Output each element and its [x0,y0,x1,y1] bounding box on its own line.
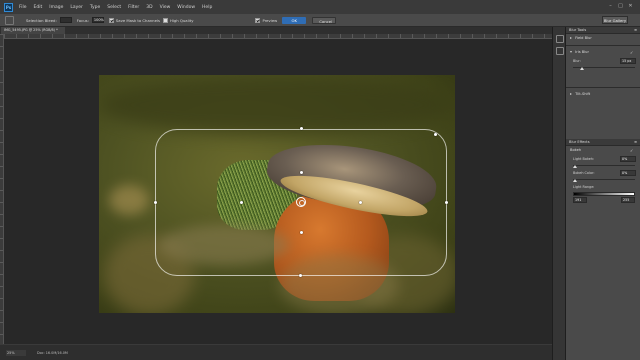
menu-view[interactable]: View [160,5,171,10]
tilt-shift-label: Tilt-Shift [575,92,591,96]
feather-handle-bottom[interactable] [300,231,303,234]
blur-panel: Blur Tools ≡ Field Blur Iris Blur ✓ Blur… [566,27,640,360]
focus-field[interactable]: 100% [91,17,104,23]
options-bar: Selection Bleed: Focus: 100% Save Mask t… [0,14,640,27]
field-blur-checkbox[interactable] [630,36,635,41]
feather-handle-right[interactable] [359,201,362,204]
preview-label: Preview [262,17,278,23]
window-controls: – □ ✕ [607,3,634,10]
iris-blur-checkbox[interactable]: ✓ [630,50,635,55]
menu-edit[interactable]: Edit [34,5,43,10]
zoom-level-field[interactable]: 25% [6,350,26,356]
blur-tool-icon[interactable] [5,15,14,25]
save-mask-label: Save Mask to Channels [115,17,160,23]
menu-file[interactable]: File [19,5,27,10]
panel-spacer [566,99,640,139]
blur-effects-title: Blur Effects [569,140,590,144]
blur-amount-slider[interactable] [573,65,635,71]
feather-handle-left[interactable] [240,201,243,204]
feather-handle-top[interactable] [300,171,303,174]
light-range-row: Light Range: [566,183,640,191]
close-icon[interactable]: ✕ [627,3,634,10]
document-tab[interactable]: IMG_5495.JPG @ 25% (RGB/8) * [1,27,65,34]
menu-select[interactable]: Select [107,5,121,10]
panel-menu-icon[interactable]: ≡ [634,27,637,34]
divider [566,45,640,46]
bokeh-color-field[interactable]: 0% [620,170,636,176]
menu-help[interactable]: Help [202,5,212,10]
slider-thumb[interactable] [573,165,577,168]
divider [566,87,640,88]
status-bar: 25% Doc: 16.0M/16.0M [0,344,552,360]
preview-checkbox[interactable] [255,17,261,23]
menu-bar: Ps File Edit Image Layer Type Select Fil… [0,0,640,14]
bokeh-checkbox[interactable]: ✓ [630,148,635,153]
bokeh-color-row: Bokeh Color: 0% [566,169,640,177]
menu-layer[interactable]: Layer [70,5,83,10]
panel-icon-strip [552,27,566,360]
expand-triangle-icon[interactable] [570,37,572,39]
ellipse-handle-right[interactable] [445,201,448,204]
slider-track [573,179,635,180]
blur-tools-header[interactable]: Blur Tools ≡ [566,27,640,34]
ellipse-roundness-handle[interactable] [434,133,437,136]
field-blur-row[interactable]: Field Blur [566,34,640,43]
maximize-icon[interactable]: □ [617,3,624,10]
menu-image[interactable]: Image [49,5,63,10]
light-range-low-field[interactable]: 191 [573,197,587,203]
slider-track [573,165,635,166]
document-tab-bar: IMG_5495.JPG @ 25% (RGB/8) * [0,27,552,34]
light-bokeh-field[interactable]: 0% [620,156,636,162]
cancel-button[interactable]: Cancel [312,16,337,24]
photoshop-logo: Ps [4,2,13,12]
ok-button[interactable]: OK [282,16,307,24]
menu-filter[interactable]: Filter [128,5,139,10]
ellipse-handle-left[interactable] [154,201,157,204]
bokeh-color-label: Bokeh Color: [573,171,595,175]
minimize-icon[interactable]: – [607,3,614,10]
bokeh-row[interactable]: Bokeh ✓ [566,146,640,155]
selection-bleed-field[interactable] [59,17,72,23]
history-icon[interactable] [556,35,564,43]
light-bokeh-label: Light Bokeh: [573,157,595,161]
blur-effects-header[interactable]: Blur Effects ≡ [566,139,640,146]
tilt-shift-checkbox[interactable] [630,92,635,97]
field-blur-label: Field Blur [575,36,592,40]
bokeh-label: Bokeh [570,148,582,152]
blur-center-pin-icon[interactable] [296,197,306,207]
light-bokeh-row: Light Bokeh: 0% [566,155,640,163]
light-range-high-field[interactable]: 255 [621,197,635,203]
blur-amount-field[interactable]: 15 px [620,58,636,64]
expand-triangle-icon[interactable] [570,93,572,95]
slider-thumb[interactable] [579,67,584,70]
panel-menu-icon[interactable]: ≡ [634,139,637,146]
blur-gallery-button[interactable]: Blur Gallery [602,16,628,24]
blur-tools-title: Blur Tools [569,28,587,32]
light-range-label: Light Range: [573,185,595,189]
collapse-triangle-icon[interactable] [570,51,572,53]
properties-icon[interactable] [556,47,564,55]
ellipse-handle-bottom[interactable] [299,274,302,277]
document-info[interactable]: Doc: 16.0M/16.0M [37,350,68,356]
light-range-values: 191 255 [573,196,635,204]
menu-type[interactable]: Type [90,5,100,10]
slider-thumb[interactable] [573,179,577,182]
blur-amount-label: Blur: [573,59,581,63]
iris-blur-label: Iris Blur [575,50,589,54]
high-quality-checkbox[interactable] [162,17,168,23]
save-mask-checkbox[interactable] [108,17,114,23]
menu-3d[interactable]: 3D [146,5,152,10]
high-quality-label: High Quality [169,17,194,23]
focus-label: Focus: [76,17,89,23]
iris-blur-row[interactable]: Iris Blur ✓ [566,48,640,57]
selection-bleed-label: Selection Bleed: [26,17,57,23]
blur-amount-row: Blur: 15 px [566,57,640,65]
menu-window[interactable]: Window [177,5,195,10]
tilt-shift-row[interactable]: Tilt-Shift [566,90,640,99]
ellipse-handle-top[interactable] [300,127,303,130]
